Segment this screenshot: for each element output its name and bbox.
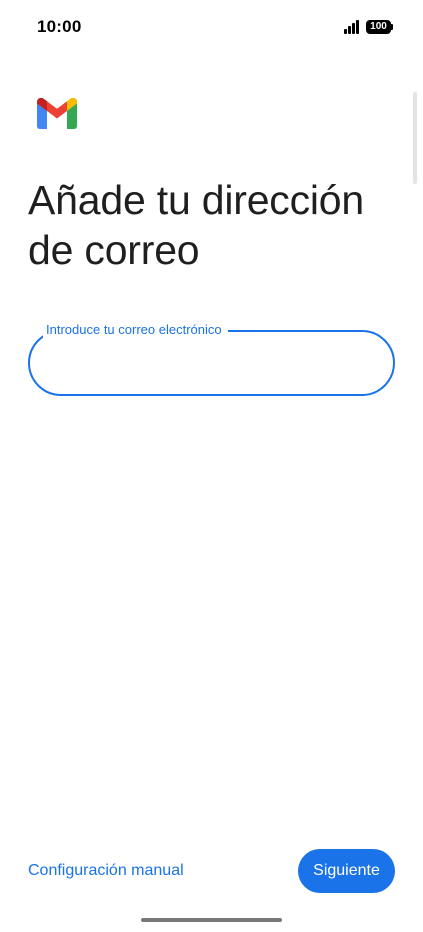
battery-icon: 100 [366, 20, 394, 34]
battery-level: 100 [366, 20, 391, 34]
page-title: Añade tu dirección de correo [28, 177, 365, 273]
scroll-indicator [413, 92, 417, 184]
status-time: 10:00 [37, 17, 82, 36]
signal-icon [344, 20, 361, 34]
manual-setup-link[interactable]: Configuración manual [28, 861, 184, 881]
gmail-logo-icon [37, 97, 77, 129]
email-field-label: Introduce tu correo electrónico [43, 322, 228, 338]
status-bar: 10:00 100 [0, 0, 423, 56]
email-input[interactable] [28, 330, 395, 396]
home-indicator[interactable] [141, 918, 282, 922]
next-button[interactable]: Siguiente [298, 849, 395, 893]
